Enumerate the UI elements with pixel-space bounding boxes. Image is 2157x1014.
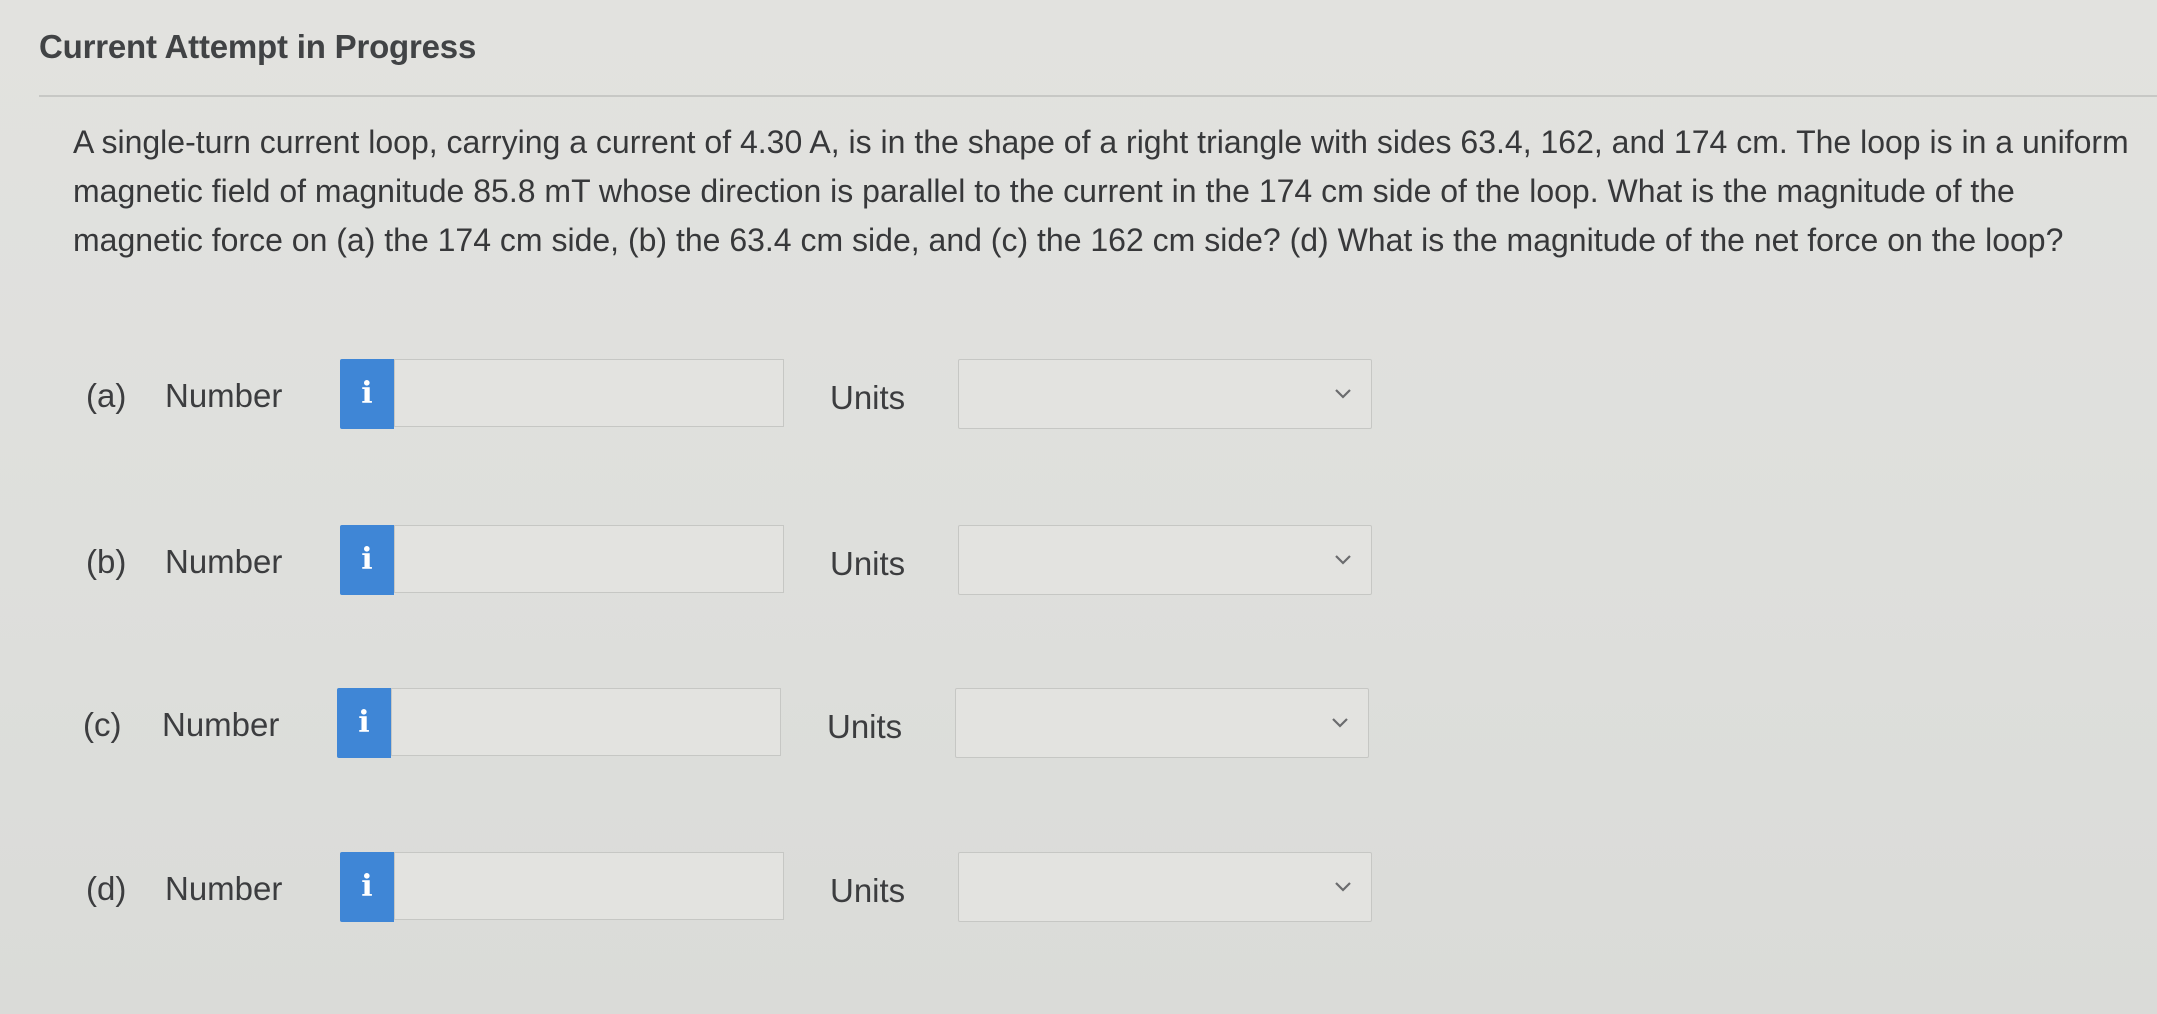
number-input[interactable] [394,525,784,593]
part-label: (a) [86,377,127,414]
answer-row-c: (c) Number i Units [0,688,1397,762]
units-dropdown[interactable] [958,525,1372,595]
chevron-down-icon [1332,718,1348,728]
number-input[interactable] [391,688,781,756]
header-divider [39,95,2157,97]
page-title: Current Attempt in Progress [39,28,477,65]
info-button[interactable]: i [340,525,394,595]
info-button[interactable]: i [337,688,391,758]
chevron-down-icon [1335,389,1351,399]
number-label: Number [165,870,283,907]
info-icon: i [361,376,373,411]
question-text: A single-turn current loop, carrying a c… [73,124,2129,258]
info-icon: i [358,705,370,740]
info-icon: i [361,869,373,904]
number-label: Number [165,377,283,414]
page: Current Attempt in Progress A single-tur… [0,0,2157,1014]
units-label: Units [830,872,906,909]
units-label: Units [827,708,903,745]
units-dropdown[interactable] [958,359,1372,429]
info-icon: i [361,542,373,577]
number-label: Number [162,706,280,743]
answer-row-b: (b) Number i Units [0,525,1400,599]
units-dropdown[interactable] [958,852,1372,922]
answer-row-a: (a) Number i Units [0,359,1400,433]
number-input[interactable] [394,359,784,427]
number-label: Number [165,543,283,580]
units-label: Units [830,545,906,582]
chevron-down-icon [1335,555,1351,565]
part-label: (d) [86,870,127,907]
units-dropdown[interactable] [955,688,1369,758]
units-label: Units [830,379,906,416]
number-input[interactable] [394,852,784,920]
part-label: (b) [86,543,127,580]
info-button[interactable]: i [340,359,394,429]
chevron-down-icon [1335,882,1351,892]
part-label: (c) [83,706,122,743]
answer-row-d: (d) Number i Units [0,852,1400,926]
info-button[interactable]: i [340,852,394,922]
